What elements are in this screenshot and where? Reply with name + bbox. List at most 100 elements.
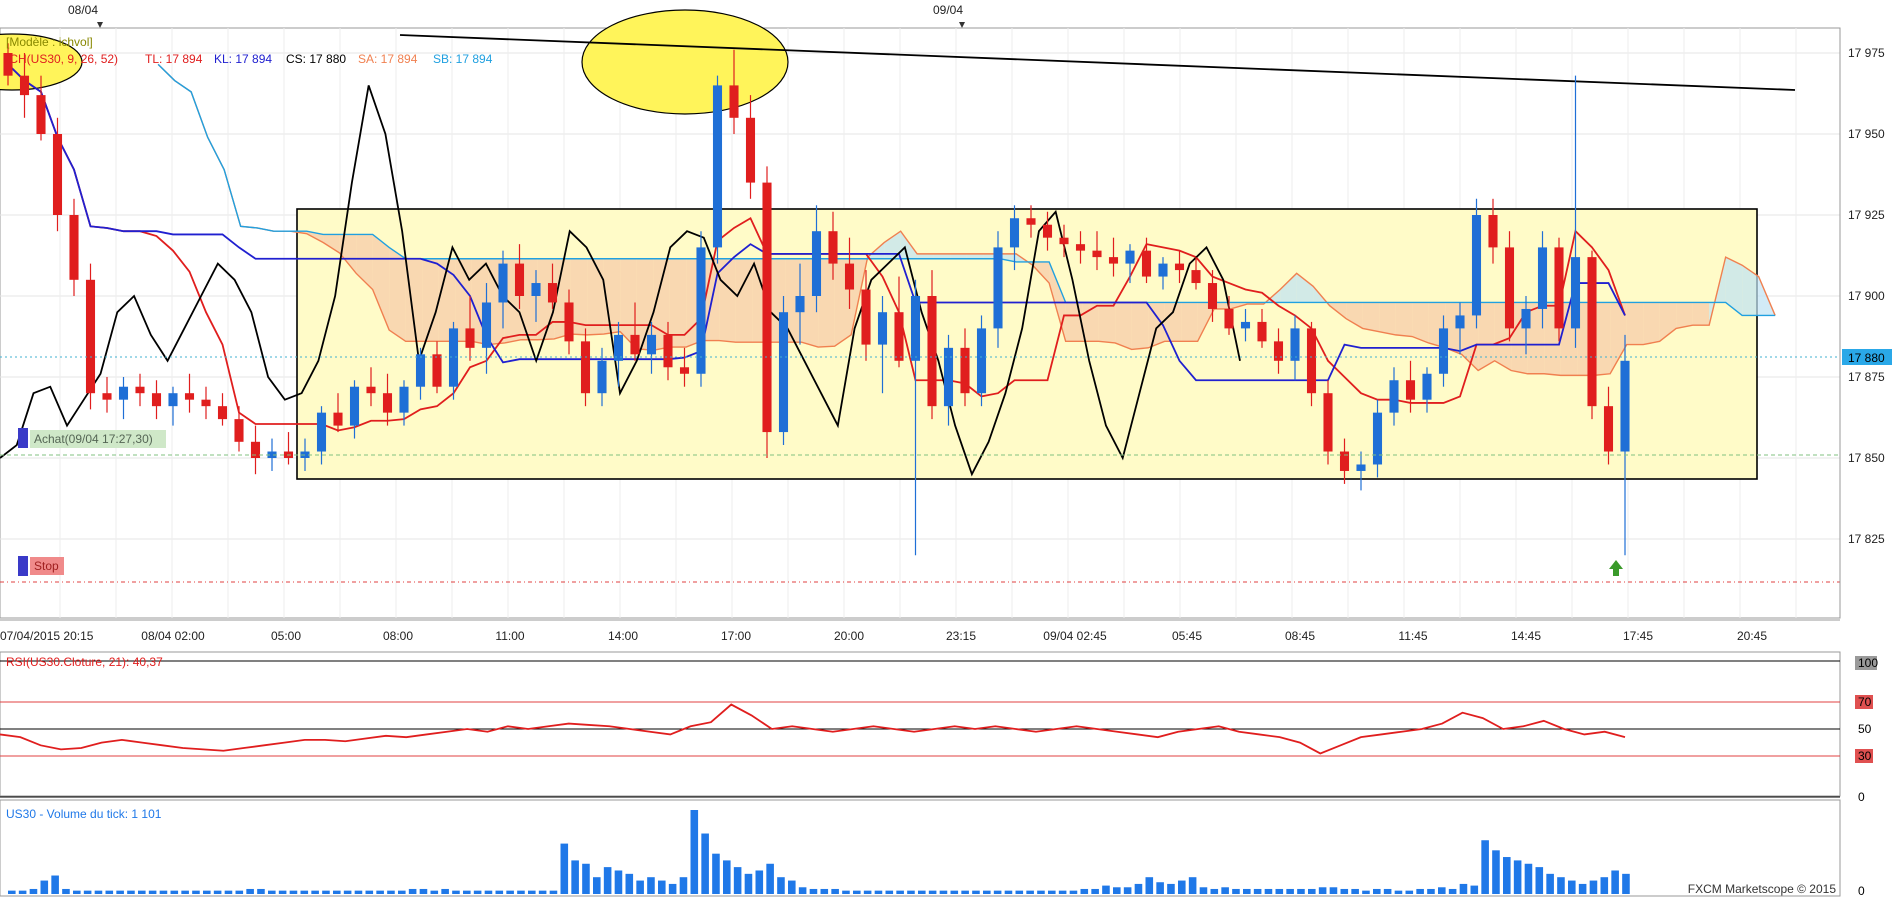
candle-up[interactable] [1438, 328, 1449, 374]
candle-down[interactable] [762, 182, 772, 433]
candle-up[interactable] [1521, 308, 1531, 329]
candle-up[interactable] [399, 386, 409, 413]
candle-down[interactable] [52, 134, 63, 215]
candle-up[interactable] [498, 263, 508, 303]
candle-down[interactable] [1092, 250, 1102, 258]
candle-down[interactable] [547, 283, 558, 303]
cloud-segment [966, 253, 984, 259]
candle-down[interactable] [217, 406, 228, 420]
candle-down[interactable] [514, 263, 525, 296]
candle-down[interactable] [69, 215, 79, 280]
candle-up[interactable] [316, 412, 327, 452]
candle-down[interactable] [201, 399, 211, 407]
candle-up[interactable] [1372, 412, 1383, 465]
candle-down[interactable] [745, 117, 756, 183]
candle-down[interactable] [366, 386, 376, 394]
candle-down[interactable] [1042, 224, 1053, 238]
candle-down[interactable] [1174, 263, 1185, 271]
candle-down[interactable] [1207, 283, 1218, 309]
candle-down[interactable] [250, 441, 261, 458]
candle-down[interactable] [564, 302, 574, 342]
candle-up[interactable] [448, 328, 459, 387]
candle-up[interactable] [1356, 464, 1366, 471]
candle-down[interactable] [828, 231, 838, 264]
candle-up[interactable] [1570, 257, 1581, 329]
candle-up[interactable] [349, 386, 360, 426]
candle-down[interactable] [580, 341, 591, 394]
candle-up[interactable] [1125, 250, 1135, 264]
highlight-ellipse-peak[interactable] [581, 9, 789, 115]
candle-down[interactable] [465, 328, 475, 348]
candle-down[interactable] [432, 354, 442, 387]
candle-down[interactable] [1587, 257, 1597, 407]
candle-down[interactable] [1191, 270, 1201, 284]
candle-up[interactable] [993, 247, 1003, 329]
candle-up[interactable] [1471, 215, 1482, 316]
candle-down[interactable] [960, 347, 970, 394]
candle-down[interactable] [36, 95, 46, 134]
candle-down[interactable] [184, 393, 195, 400]
candle-down[interactable] [894, 312, 904, 361]
candle-down[interactable] [1323, 393, 1333, 452]
candle-up[interactable] [778, 312, 789, 433]
candle-up[interactable] [811, 231, 822, 296]
candle-up[interactable] [1009, 218, 1020, 248]
candle-down[interactable] [135, 386, 145, 394]
candle-down[interactable] [1554, 247, 1564, 329]
candle-up[interactable] [712, 85, 723, 248]
candle-up[interactable] [415, 354, 426, 387]
candle-up[interactable] [1455, 315, 1465, 329]
volume-bar [983, 890, 991, 894]
candle-up[interactable] [795, 296, 805, 313]
candle-up[interactable] [597, 360, 607, 394]
candle-down[interactable] [630, 334, 640, 355]
candle-up[interactable] [910, 296, 921, 361]
candle-down[interactable] [382, 393, 393, 413]
candle-up[interactable] [1389, 380, 1399, 413]
candle-down[interactable] [102, 393, 112, 400]
candle-down[interactable] [1141, 250, 1152, 277]
candle-up[interactable] [531, 283, 541, 296]
candle-down[interactable] [85, 279, 96, 394]
candle-down[interactable] [679, 367, 690, 374]
candle-down[interactable] [927, 296, 937, 407]
candle-up[interactable] [1537, 247, 1548, 309]
candle-down[interactable] [1273, 341, 1284, 361]
candle-down[interactable] [333, 412, 343, 426]
candle-down[interactable] [1224, 308, 1234, 329]
candle-down[interactable] [1488, 215, 1498, 248]
candle-down[interactable] [234, 419, 244, 442]
candle-down[interactable] [151, 393, 162, 407]
candle-down[interactable] [1603, 406, 1614, 452]
candle-up[interactable] [1290, 328, 1300, 361]
candle-down[interactable] [844, 263, 855, 290]
candle-up[interactable] [1158, 263, 1168, 277]
price-chart[interactable]: 08/04 09/04 Achat(09/04 17:27,30) Stop [… [0, 0, 1903, 900]
candle-up[interactable] [696, 247, 706, 374]
candle-up[interactable] [1620, 360, 1630, 452]
candle-down[interactable] [861, 289, 871, 345]
candle-down[interactable] [663, 334, 673, 368]
candle-up[interactable] [481, 302, 492, 348]
candle-up[interactable] [646, 334, 657, 355]
volume-bar [723, 860, 731, 894]
candle-up[interactable] [1240, 321, 1251, 329]
candle-down[interactable] [1405, 380, 1416, 400]
candle-up[interactable] [118, 386, 129, 400]
candle-up[interactable] [877, 312, 888, 345]
candle-down[interactable] [1306, 328, 1317, 394]
buy-order-marker[interactable] [18, 428, 28, 448]
stop-order-marker[interactable] [18, 556, 28, 576]
candle-down[interactable] [1059, 237, 1069, 245]
candle-down[interactable] [1075, 244, 1086, 251]
candle-down[interactable] [1257, 321, 1267, 342]
candle-down[interactable] [729, 85, 739, 118]
candle-up[interactable] [976, 328, 987, 394]
candle-up[interactable] [168, 393, 178, 407]
candle-down[interactable] [1026, 218, 1036, 225]
candle-down[interactable] [19, 75, 30, 96]
candle-down[interactable] [1339, 451, 1350, 471]
candle-down[interactable] [1504, 247, 1515, 329]
candle-up[interactable] [1422, 373, 1432, 400]
candle-down[interactable] [1108, 257, 1119, 264]
